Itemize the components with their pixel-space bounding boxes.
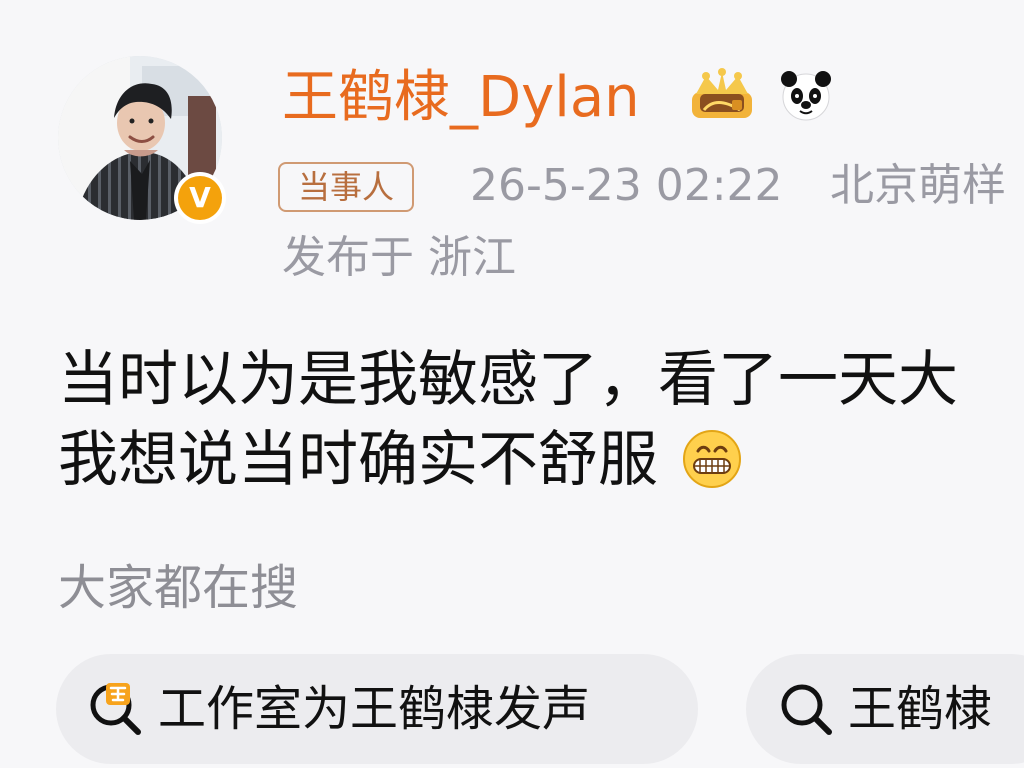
weibo-post-card: V 王鹤棣_Dylan 当事人 26-5-23 02:22 北京萌样 发布于 浙… [0,0,1024,768]
post-time: 26-5-23 02:22 [470,160,783,211]
search-chip-2[interactable]: 王鹤棣 [746,654,1024,764]
post-body-line-1: 当时以为是我敏感了，看了一天大 [58,345,958,415]
search-chip-1-label: 工作室为王鹤棣发声 [158,681,591,737]
post-body: 当时以为是我敏感了，看了一天大 我想说当时确实不舒服 [58,340,1024,500]
search-chip-2-label: 王鹤棣 [848,681,993,737]
role-tag: 当事人 [278,162,415,212]
post-body-line-2-text: 我想说当时确实不舒服 [58,425,658,495]
verified-badge-icon: V [174,172,226,224]
verified-badge-label: V [178,176,222,220]
search-icon [781,684,832,735]
search-section-title: 大家都在搜 [58,560,299,616]
search-chip-1[interactable]: 工作室为王鹤棣发声 [56,654,698,764]
panda-icon[interactable] [776,66,836,126]
username[interactable]: 王鹤棣_Dylan [282,62,640,134]
crown-icon[interactable] [684,66,760,126]
post-body-line-2: 我想说当时确实不舒服 [58,420,1024,500]
post-location: 发布于 浙江 [282,232,516,283]
post-source[interactable]: 北京萌样 [830,158,1006,214]
avatar-container[interactable]: V [58,56,226,224]
grin-emoji [683,430,742,489]
hot-search-icon [90,683,141,735]
